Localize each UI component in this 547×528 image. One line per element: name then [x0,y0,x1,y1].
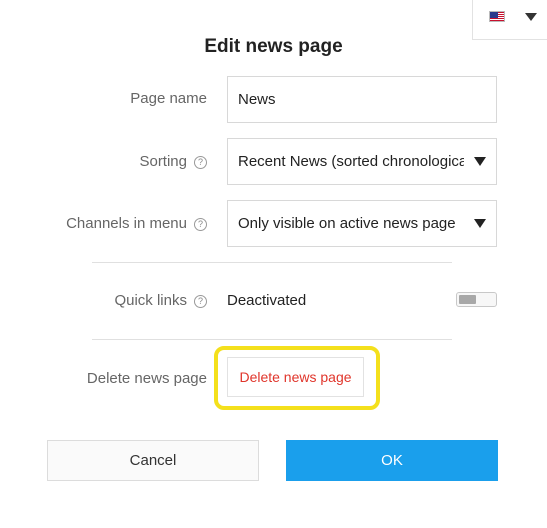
quick-links-label: Quick links? [114,292,207,309]
sorting-select[interactable]: Recent News (sorted chronologically) [227,138,497,185]
quick-links-toggle[interactable] [456,292,497,307]
ok-button[interactable]: OK [286,440,498,481]
page-name-input[interactable] [227,76,497,123]
help-icon[interactable]: ? [194,218,207,231]
divider [92,262,452,263]
delete-news-page-button[interactable]: Delete news page [227,357,364,397]
channels-label: Channels in menu? [66,215,207,232]
help-icon[interactable]: ? [194,295,207,308]
uk-flag-icon [489,11,505,22]
help-icon[interactable]: ? [194,156,207,169]
dropdown-caret-icon [474,157,486,166]
language-switcher[interactable] [472,0,547,40]
channels-select-value: Only visible on active news page [238,215,456,232]
dialog-title: Edit news page [204,36,343,57]
page-name-label: Page name [130,90,207,107]
sorting-label: Sorting? [139,153,207,170]
divider [92,339,452,340]
cancel-button[interactable]: Cancel [47,440,259,481]
delete-label: Delete news page [86,370,207,387]
quick-links-status: Deactivated [227,292,307,309]
chevron-down-icon [525,13,537,21]
channels-select[interactable]: Only visible on active news page [227,200,497,247]
sorting-select-value: Recent News (sorted chronologically) [238,153,464,170]
dropdown-caret-icon [474,219,486,228]
toggle-knob [459,295,476,304]
